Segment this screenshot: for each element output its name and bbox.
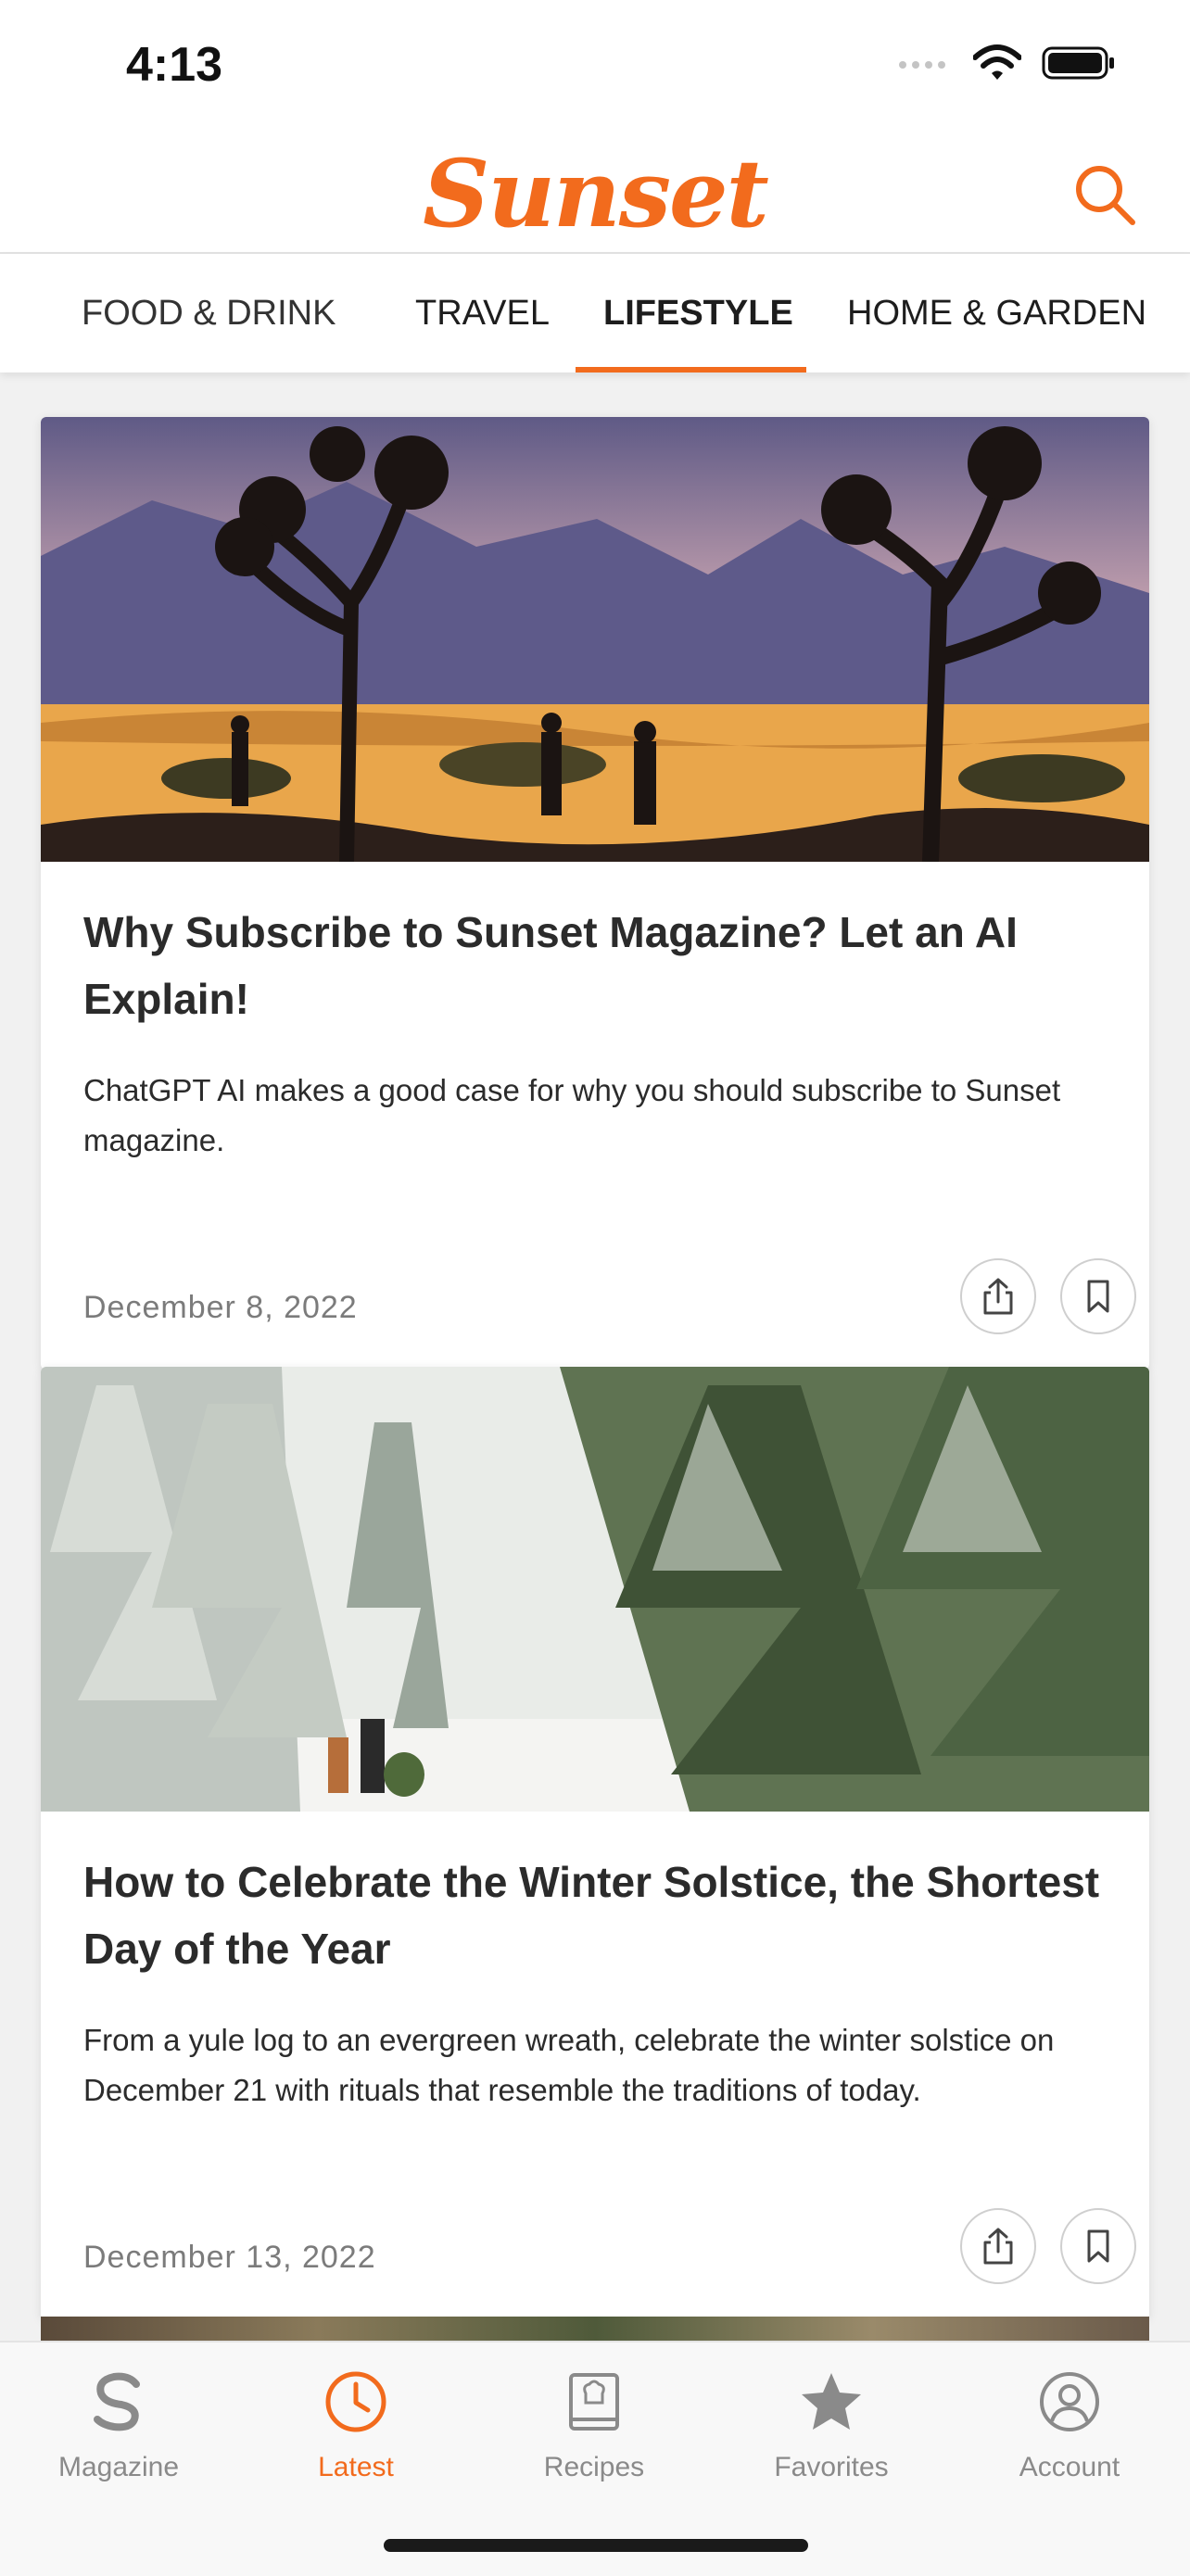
category-tabs: Food & Drink Travel Lifestyle Home & Gar… (0, 254, 1190, 373)
battery-icon (1042, 46, 1114, 80)
article-title[interactable]: Why Subscribe to Sunset Magazine? Let an… (83, 899, 1112, 1032)
article-description: ChatGPT AI makes a good case for why you… (83, 1073, 1061, 1157)
tabbar-account[interactable]: Account (977, 2361, 1162, 2483)
tab-food-drink[interactable]: Food & Drink (82, 254, 335, 373)
star-icon (802, 2373, 861, 2430)
tabbar-label: Latest (318, 2452, 394, 2482)
status-time: 4:13 (126, 38, 223, 92)
tabbar-label: Recipes (543, 2452, 645, 2482)
search-icon (1076, 166, 1135, 225)
status-bar: 4:13 (0, 0, 1190, 130)
search-button[interactable] (1068, 158, 1142, 232)
person-icon (1040, 2372, 1099, 2431)
tabbar-label: Magazine (57, 2452, 180, 2482)
article-title[interactable]: How to Celebrate the Winter Solstice, th… (83, 1849, 1112, 1982)
article-description: From a yule log to an evergreen wreath, … (83, 2023, 1055, 2107)
active-tab-indicator (576, 367, 806, 373)
clock-icon (325, 2371, 386, 2432)
bookmark-button[interactable] (1060, 1258, 1136, 1334)
sunset-logo[interactable]: Sunset (0, 139, 1190, 248)
tabbar-favorites[interactable]: Favorites (739, 2361, 924, 2483)
article-image-snowy-forest[interactable] (41, 1367, 1149, 1812)
article-date: December 13, 2022 (83, 2240, 376, 2275)
tab-travel[interactable]: Travel (415, 254, 550, 373)
article-card[interactable]: How to Celebrate the Winter Solstice, th… (41, 1367, 1149, 2319)
app-header: Sunset (0, 130, 1190, 254)
tabbar-label: Account (1019, 2452, 1120, 2482)
status-icons (897, 44, 1116, 82)
home-indicator (384, 2539, 808, 2552)
cellular-signal-icon (899, 61, 945, 69)
wifi-icon (973, 44, 1021, 80)
article-date: December 8, 2022 (83, 1290, 358, 1325)
recipe-book-icon (569, 2373, 619, 2431)
tabbar-latest[interactable]: Latest (263, 2361, 449, 2483)
bookmark-icon (1087, 2229, 1109, 2263)
tabbar-magazine[interactable]: Magazine (26, 2361, 211, 2483)
share-button[interactable] (960, 2208, 1036, 2284)
tabbar-recipes[interactable]: Recipes (501, 2361, 687, 2483)
tabbar-label: Favorites (774, 2452, 889, 2482)
share-icon (983, 1278, 1013, 1315)
share-button[interactable] (960, 1258, 1036, 1334)
article-card[interactable]: Why Subscribe to Sunset Magazine? Let an… (41, 417, 1149, 1370)
article-image-desert[interactable] (41, 417, 1149, 862)
share-icon (983, 2228, 1013, 2265)
bookmark-button[interactable] (1060, 2208, 1136, 2284)
bookmark-icon (1087, 1280, 1109, 1313)
tab-lifestyle[interactable]: Lifestyle (603, 254, 793, 373)
magazine-s-icon (94, 2372, 140, 2431)
tab-home-garden[interactable]: Home & Garden (847, 254, 1146, 373)
